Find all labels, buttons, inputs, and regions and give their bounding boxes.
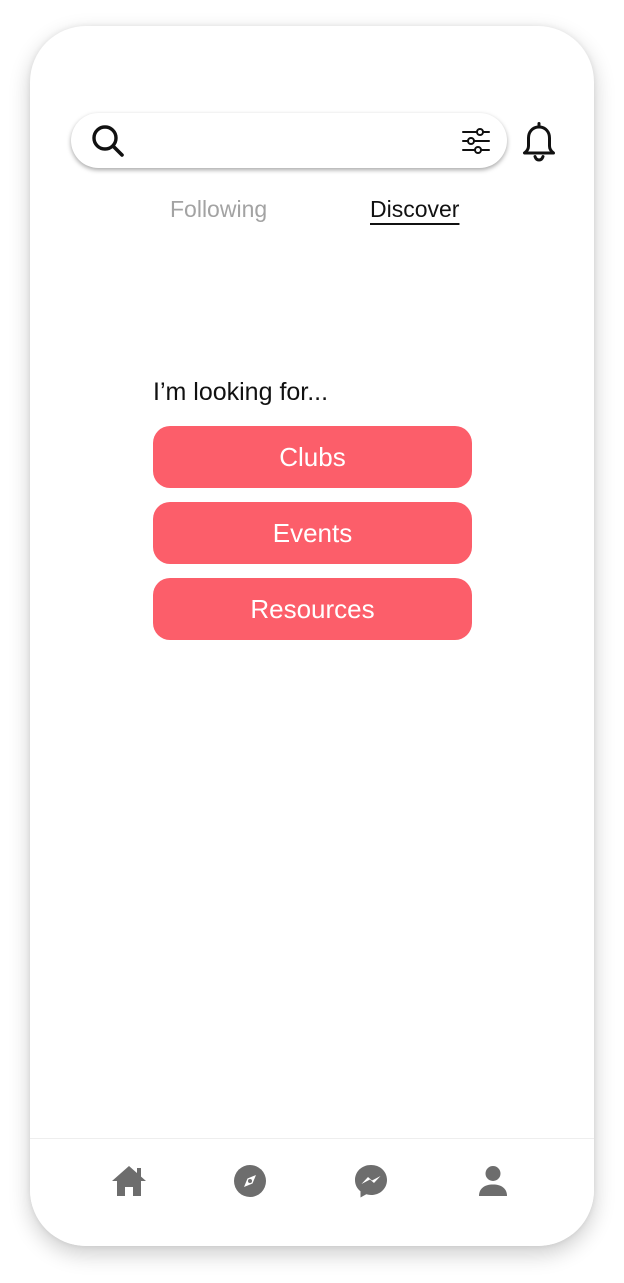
bell-icon[interactable] <box>522 122 556 162</box>
search-icon[interactable] <box>90 123 126 159</box>
looking-for-prompt: I’m looking for... <box>153 378 329 406</box>
messenger-icon[interactable] <box>351 1161 391 1201</box>
phone-screen: Following Discover I’m looking for... Cl… <box>30 26 594 1246</box>
clubs-button[interactable]: Clubs <box>153 426 472 488</box>
resources-button[interactable]: Resources <box>153 578 472 640</box>
tab-following[interactable]: Following <box>170 194 267 224</box>
compass-icon[interactable] <box>230 1161 270 1201</box>
search-bar[interactable] <box>71 113 507 168</box>
bottom-navigation <box>30 1138 594 1246</box>
sliders-icon[interactable] <box>461 126 491 156</box>
home-icon[interactable] <box>109 1161 149 1201</box>
events-button[interactable]: Events <box>153 502 472 564</box>
profile-icon[interactable] <box>473 1161 513 1201</box>
tab-discover[interactable]: Discover <box>370 194 459 224</box>
